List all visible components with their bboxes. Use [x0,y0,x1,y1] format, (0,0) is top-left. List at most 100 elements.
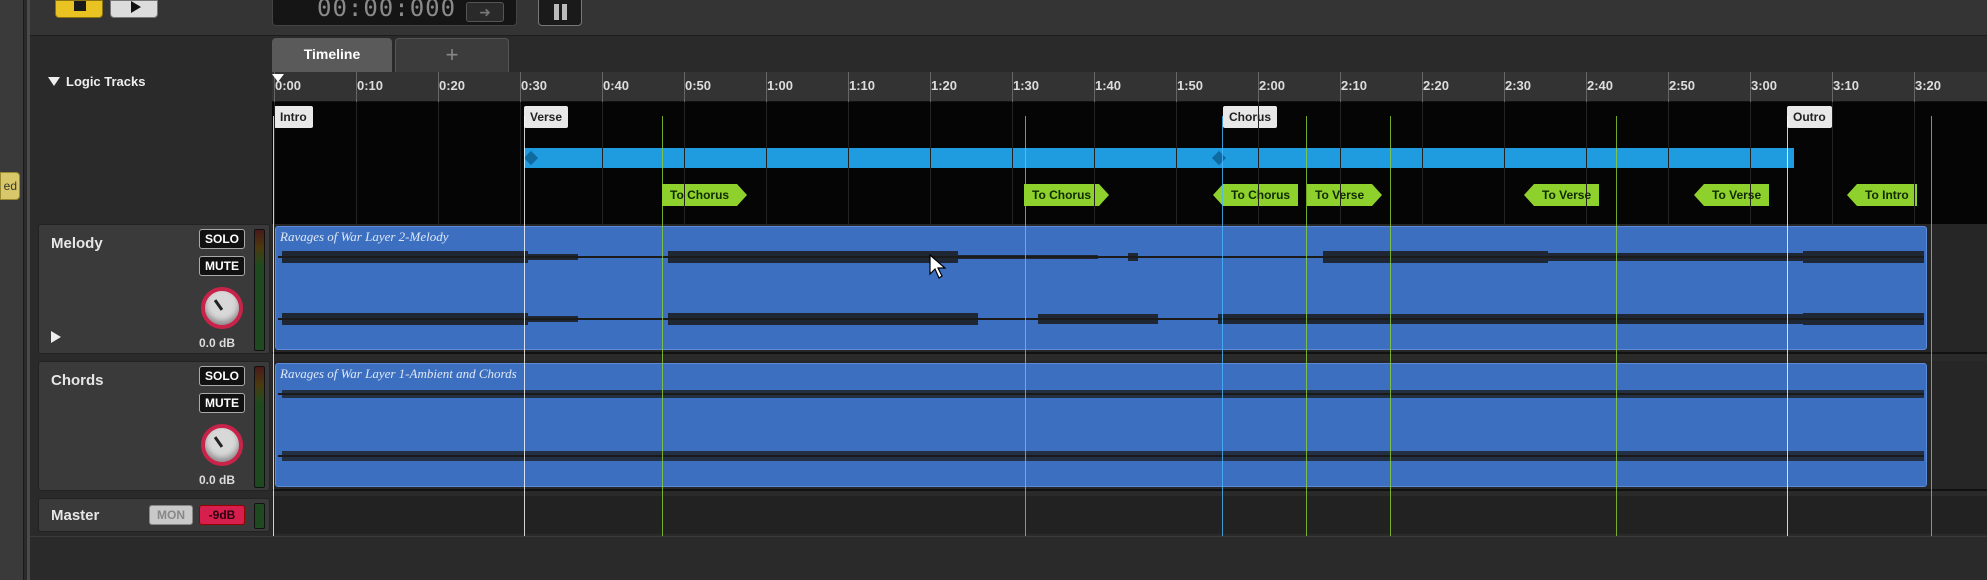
grid-line [1176,102,1177,224]
master-name: Master [51,507,100,524]
master-level-button[interactable]: -9dB [199,505,245,525]
volume-readout: 0.0 dB [199,473,236,487]
grid-line [1504,102,1505,224]
timeline-area[interactable]: 0:00 0:10 0:20 0:30 0:40 0:50 1:00 1:10 1:20 1:30… [272,72,1987,224]
audio-clip[interactable]: Ravages of War Layer 1-Ambient and Chord… [275,363,1927,487]
ruler-tick-label: 2:50 [1669,78,1696,93]
mute-button[interactable]: MUTE [199,393,245,413]
grid-line [766,102,767,224]
jump-marker-to-chorus[interactable]: To Chorus [1212,184,1299,206]
track-lane-melody[interactable]: Ravages of War Layer 2-Melody [272,224,1987,354]
ruler-tick-label: 1:00 [767,78,794,93]
ruler-tick-label: 0:30 [521,78,548,93]
grid-line [1914,102,1915,224]
marker-line [1222,116,1223,536]
jump-marker-to-intro[interactable]: To Intro [1847,184,1917,206]
ruler-tick-label: 2:30 [1505,78,1532,93]
grid-line [1668,102,1669,224]
jump-marker-to-chorus[interactable]: To Chorus [662,184,748,206]
audio-clip[interactable]: Ravages of War Layer 2-Melody [275,226,1927,350]
grid-line [274,102,275,224]
marker-line [662,116,663,536]
ruler-tick-label: 1:10 [849,78,876,93]
volume-knob[interactable] [201,424,243,466]
level-meter [254,503,265,529]
section-marker-verse[interactable]: Verse [524,106,569,128]
pause-button[interactable] [538,0,582,26]
marker-line [1306,116,1307,536]
left-panel-tab[interactable]: ed [0,172,20,200]
time-readout: 00:00:000 [317,0,457,22]
master-lane [272,496,1987,534]
track-lane-chords[interactable]: Ravages of War Layer 1-Ambient and Chord… [272,361,1987,491]
monitor-button[interactable]: MON [149,505,193,525]
marker-line [273,116,274,536]
play-button[interactable] [110,0,158,18]
mouse-pointer-icon [929,254,947,279]
grid-line [1422,102,1423,224]
loop-start-handle[interactable] [523,150,539,166]
ruler-tick-label: 2:40 [1587,78,1614,93]
section-marker-outro[interactable]: Outro [1787,106,1832,128]
marker-line [1616,116,1617,536]
triangle-right-icon[interactable] [51,331,61,343]
section-marker-intro[interactable]: Intro [274,106,313,128]
grid-line [602,102,603,224]
ruler-tick-label: 3:00 [1751,78,1778,93]
ruler-tick-label: 0:40 [603,78,630,93]
add-tab-button[interactable]: + [395,38,509,72]
track-header-melody: Melody SOLO MUTE 0.0 dB [38,224,270,354]
level-meter [254,229,265,351]
time-display: 00:00:000 ➜ [272,0,517,26]
stop-button[interactable] [55,0,103,18]
marker-line [1931,116,1932,536]
grid-line [438,102,439,224]
logic-tracks-header[interactable]: Logic Tracks [48,74,268,94]
ruler-tick-label: 1:30 [1013,78,1040,93]
left-panel-strip [0,0,24,580]
grid-line [1750,102,1751,224]
arrow-icon[interactable]: ➜ [466,2,504,22]
track-name: Melody [51,235,103,252]
ruler-tick-label: 3:10 [1833,78,1860,93]
marker-line [1787,116,1788,536]
ruler-tick-label: 0:10 [357,78,384,93]
grid-line [1832,102,1833,224]
solo-button[interactable]: SOLO [199,366,245,386]
ruler-tick-label: 3:20 [1915,78,1942,93]
triangle-down-icon[interactable] [48,77,60,86]
jump-marker-to-verse[interactable]: To Verse [1523,184,1600,206]
jump-marker-to-verse[interactable]: To Verse [1693,184,1770,206]
loop-region[interactable] [523,148,1794,168]
volume-knob[interactable] [201,287,243,329]
empty-track-area [30,536,1987,580]
ruler-tick-label: 1:40 [1095,78,1122,93]
grid-line [930,102,931,224]
grid-line [684,102,685,224]
logic-tracks-label: Logic Tracks [66,74,146,89]
time-ruler[interactable]: 0:00 0:10 0:20 0:30 0:40 0:50 1:00 1:10 1:20 1:30… [272,72,1987,102]
marker-line [1390,116,1391,536]
grid-line [1586,102,1587,224]
solo-button[interactable]: SOLO [199,229,245,249]
mute-button[interactable]: MUTE [199,256,245,276]
level-meter [254,366,265,488]
grid-line [1094,102,1095,224]
master-track-header: Master MON -9dB [38,498,270,532]
ruler-tick-label: 0:50 [685,78,712,93]
ruler-tick-label: 0:20 [439,78,466,93]
section-marker-chorus[interactable]: Chorus [1223,106,1277,128]
daw-window: ed 00:00:000 ➜ Timeline + Logic Tracks 0… [0,0,1987,580]
marker-line [524,116,525,536]
tab-timeline[interactable]: Timeline [272,38,392,72]
grid-line [1340,102,1341,224]
jump-marker-to-chorus[interactable]: To Chorus [1024,184,1110,206]
track-name: Chords [51,372,104,389]
ruler-tick-label: 1:20 [931,78,958,93]
marker-line [1025,116,1026,536]
grid-line [1012,102,1013,224]
playhead-marker-icon[interactable] [272,74,284,82]
transport-bar: 00:00:000 ➜ [30,0,1987,36]
track-header-chords: Chords SOLO MUTE 0.0 dB [38,361,270,491]
grid-line [848,102,849,224]
